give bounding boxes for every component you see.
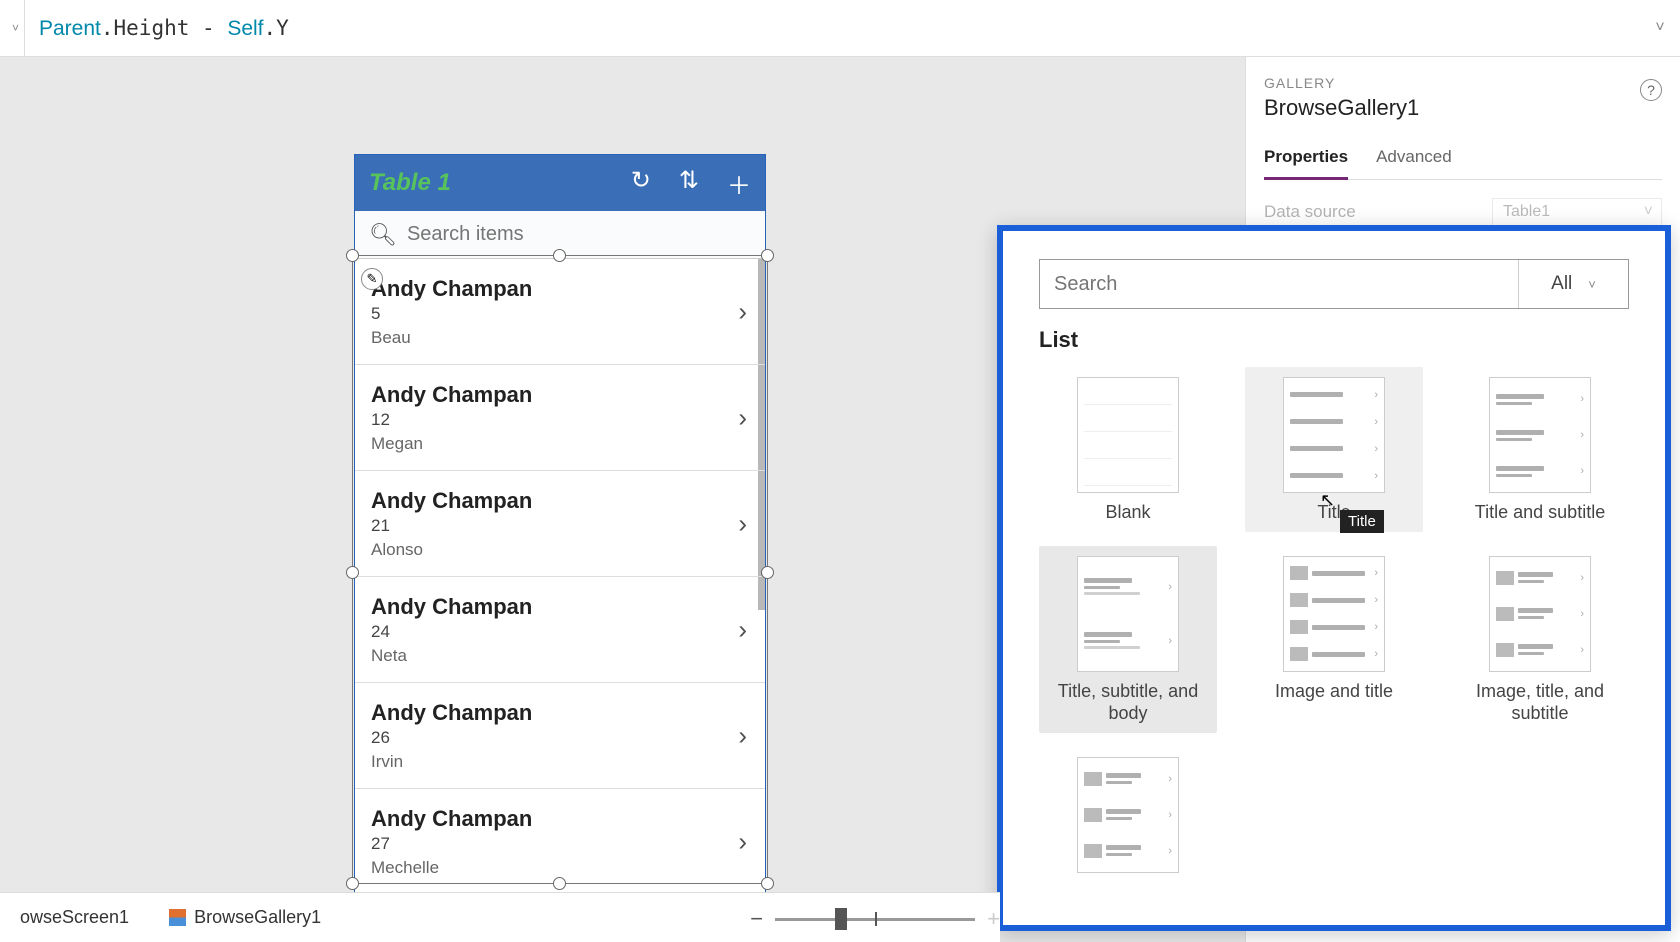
search-input[interactable] [407, 223, 751, 246]
gallery-icon [169, 909, 186, 926]
item-subtitle: Alonso [371, 540, 749, 560]
layout-label: Title, subtitle, and body [1045, 680, 1211, 725]
layout-grid: Blank››››Title›››Title and subtitle››Tit… [1039, 367, 1629, 881]
panel-section-label: GALLERY [1264, 75, 1662, 91]
tab-advanced[interactable]: Advanced [1376, 141, 1452, 179]
help-icon[interactable]: ? [1640, 79, 1662, 101]
layout-option[interactable]: ››››Title [1245, 367, 1423, 532]
chevron-right-icon[interactable]: › [738, 296, 747, 327]
layout-option[interactable]: Blank [1039, 367, 1217, 532]
search-icon: 🔍︎ [369, 222, 397, 248]
data-source-label: Data source [1264, 202, 1492, 222]
formula-expand-button[interactable]: ˅ [1640, 19, 1680, 37]
chevron-right-icon[interactable]: › [738, 720, 747, 751]
panel-control-name: BrowseGallery1 [1264, 95, 1662, 121]
layout-label: Image and title [1275, 680, 1393, 703]
phone-header: Table 1 ↻ ⇅ ＋ [355, 155, 765, 211]
picker-search-bar: All ˅ [1039, 259, 1629, 309]
item-subtitle: Megan [371, 434, 749, 454]
item-subtitle: Neta [371, 646, 749, 666]
chevron-right-icon[interactable]: › [738, 402, 747, 433]
item-number: 5 [371, 304, 749, 324]
layout-picker: All ˅ List Blank››››Title›››Title and su… [997, 225, 1671, 931]
gallery-list[interactable]: Andy Champan 5 Beau ›Andy Champan 12 Meg… [355, 259, 765, 897]
search-box[interactable]: 🔍︎ [355, 211, 765, 259]
list-item[interactable]: Andy Champan 24 Neta › [355, 577, 765, 683]
picker-section-heading: List [1039, 327, 1629, 353]
picker-filter-label: All [1551, 273, 1572, 295]
zoom-slider[interactable] [775, 918, 975, 921]
item-number: 26 [371, 728, 749, 748]
item-subtitle: Irvin [371, 752, 749, 772]
list-item[interactable]: Andy Champan 27 Mechelle › [355, 789, 765, 895]
breadcrumb-screen[interactable]: owseScreen1 [0, 893, 149, 942]
property-dropdown[interactable]: ˅ [0, 0, 25, 57]
layout-option[interactable]: ››Title, subtitle, and body [1039, 546, 1217, 733]
list-item[interactable]: Andy Champan 12 Megan › [355, 365, 765, 471]
item-title: Andy Champan [371, 276, 749, 302]
layout-label: Title and subtitle [1475, 501, 1605, 524]
layout-option[interactable]: ››››Image and title [1245, 546, 1423, 733]
list-item[interactable]: Andy Champan 26 Irvin › [355, 683, 765, 789]
item-title: Andy Champan [371, 806, 749, 832]
tab-properties[interactable]: Properties [1264, 141, 1348, 180]
layout-option[interactable]: ›››Image, title, and subtitle [1451, 546, 1629, 733]
item-number: 21 [371, 516, 749, 536]
item-title: Andy Champan [371, 488, 749, 514]
phone-preview: Table 1 ↻ ⇅ ＋ 🔍︎ Andy Champan 5 Beau ›An… [355, 155, 765, 897]
item-subtitle: Beau [371, 328, 749, 348]
item-title: Andy Champan [371, 594, 749, 620]
list-item[interactable]: Andy Champan 21 Alonso › [355, 471, 765, 577]
item-number: 27 [371, 834, 749, 854]
panel-tabs: Properties Advanced [1264, 141, 1662, 180]
item-subtitle: Mechelle [371, 858, 749, 878]
formula-bar: ˅ Parent.Height - Self.Y ˅ [0, 0, 1680, 57]
layout-option[interactable]: ›››Title and subtitle [1451, 367, 1629, 532]
chevron-right-icon[interactable]: › [738, 614, 747, 645]
chevron-down-icon: ˅ [12, 21, 19, 35]
chevron-down-icon: ˅ [1588, 277, 1596, 292]
layout-label: Blank [1105, 501, 1150, 524]
add-icon[interactable]: ＋ [727, 166, 751, 201]
layout-option[interactable]: ››› [1039, 747, 1217, 881]
chevron-right-icon[interactable]: › [738, 508, 747, 539]
item-title: Andy Champan [371, 382, 749, 408]
chevron-right-icon[interactable]: › [738, 826, 747, 857]
picker-search-input[interactable] [1040, 273, 1518, 296]
item-number: 24 [371, 622, 749, 642]
screen-title[interactable]: Table 1 [369, 169, 631, 197]
zoom-control: − + [750, 906, 1000, 932]
data-source-dropdown[interactable]: Table1 [1492, 198, 1662, 226]
breadcrumb-screen-label: owseScreen1 [20, 907, 129, 928]
chevron-down-icon: ˅ [1655, 19, 1664, 36]
breadcrumb-gallery-label: BrowseGallery1 [194, 907, 321, 928]
layout-label: Image, title, and subtitle [1457, 680, 1623, 725]
layout-tooltip: Title [1340, 510, 1384, 533]
data-source-row: Data source Table1 [1264, 198, 1662, 226]
formula-text[interactable]: Parent.Height - Self.Y [25, 16, 1640, 41]
picker-filter-dropdown[interactable]: All ˅ [1518, 260, 1628, 308]
zoom-out-button[interactable]: − [750, 906, 763, 932]
item-number: 12 [371, 410, 749, 430]
list-item[interactable]: Andy Champan 5 Beau › [355, 259, 765, 365]
zoom-in-button[interactable]: + [987, 906, 1000, 932]
refresh-icon[interactable]: ↻ [631, 166, 651, 201]
item-title: Andy Champan [371, 700, 749, 726]
breadcrumb-gallery[interactable]: BrowseGallery1 [149, 893, 341, 942]
sort-icon[interactable]: ⇅ [679, 166, 699, 201]
